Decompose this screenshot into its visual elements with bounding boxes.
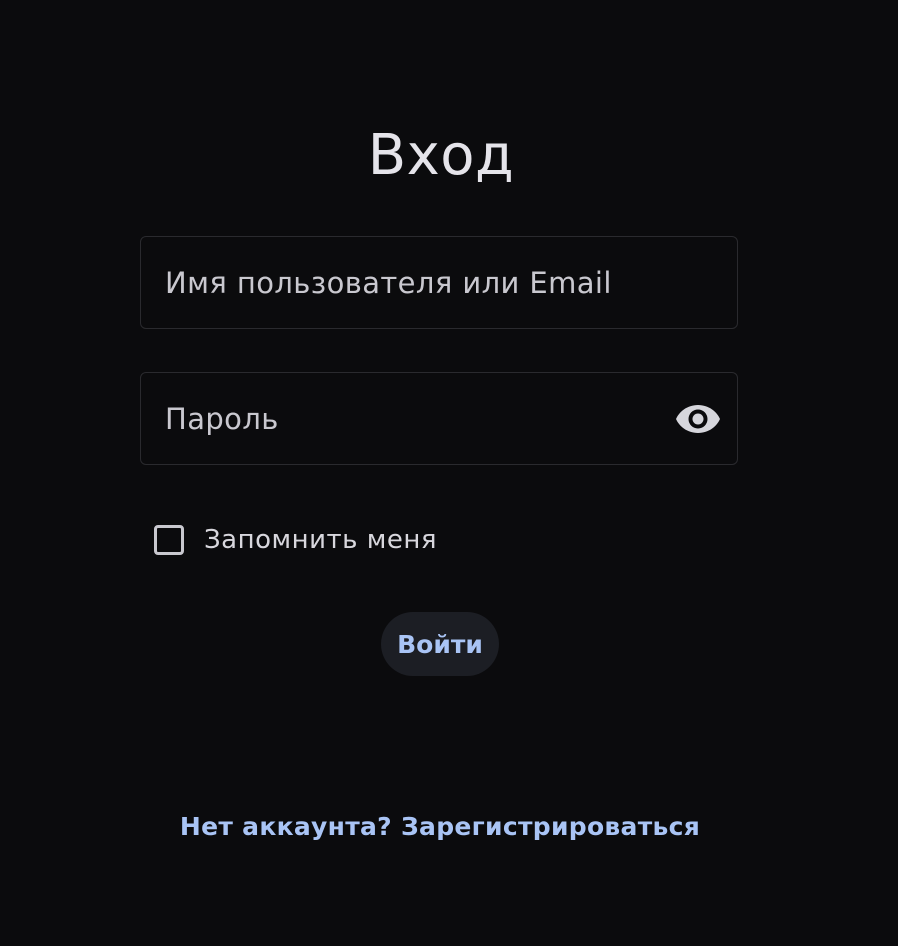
password-field[interactable]	[140, 372, 738, 465]
show-password-button[interactable]	[675, 401, 721, 437]
remember-me-checkbox[interactable]: Запомнить меня	[154, 522, 437, 558]
username-input[interactable]	[165, 237, 665, 328]
remember-me-label: Запомнить меня	[204, 525, 438, 555]
login-page: Вход Запомнить меня Войти Нет аккаунта? …	[0, 0, 898, 946]
password-input[interactable]	[165, 373, 665, 464]
username-field[interactable]	[140, 236, 738, 329]
eye-icon	[676, 405, 720, 433]
page-title: Вход	[367, 123, 515, 188]
register-link[interactable]: Нет аккаунта? Зарегистрироваться	[0, 812, 880, 841]
login-button[interactable]: Войти	[381, 612, 499, 676]
checkbox-box[interactable]	[154, 525, 184, 555]
